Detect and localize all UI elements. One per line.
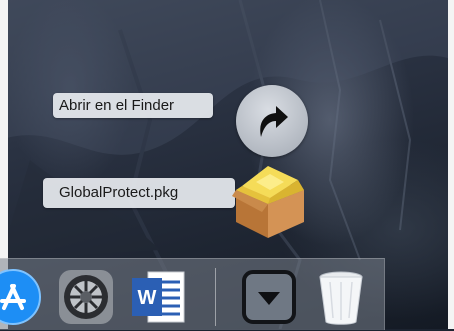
open-in-finder-label[interactable]: Abrir en el Finder — [53, 93, 213, 118]
package-icon[interactable] — [228, 160, 310, 240]
word-document-graphic: W — [132, 271, 185, 323]
open-in-finder-button[interactable] — [236, 85, 308, 157]
screen-edge-right — [448, 0, 454, 329]
system-preferences-icon[interactable] — [57, 268, 115, 326]
app-store-icon[interactable] — [0, 268, 42, 326]
trash-icon[interactable] — [312, 268, 370, 326]
file-name-label[interactable]: GlobalProtect.pkg — [43, 178, 235, 208]
dock-separator — [215, 268, 216, 326]
curved-arrow-icon — [260, 106, 288, 137]
word-letter: W — [138, 287, 157, 309]
downloads-stack-icon[interactable] — [240, 268, 298, 326]
word-icon[interactable]: W — [130, 268, 188, 326]
